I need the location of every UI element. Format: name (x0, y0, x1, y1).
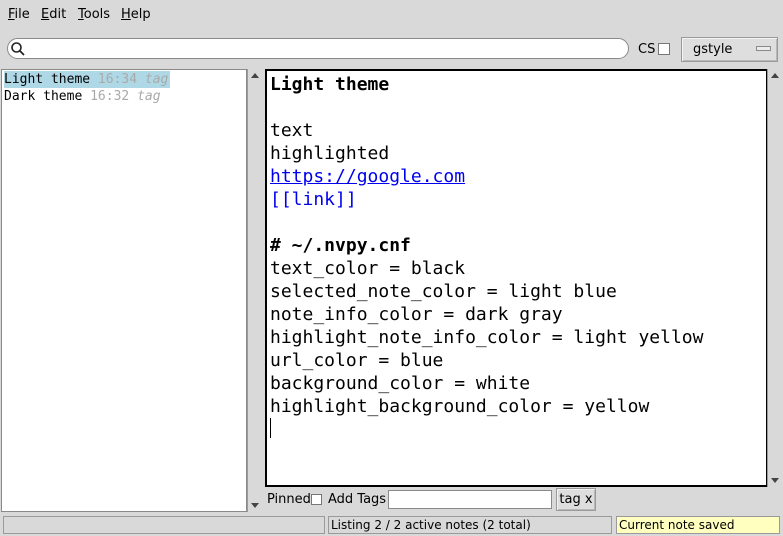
scroll-up-icon[interactable] (251, 73, 259, 78)
pinned-checkbox[interactable] (311, 494, 322, 505)
editor-url-link[interactable]: https://google.com (270, 165, 465, 188)
note-title: Light theme (4, 72, 91, 87)
case-sensitive-label: CS (638, 42, 656, 57)
case-sensitive-checkbox[interactable] (658, 43, 670, 55)
search-input[interactable] (28, 40, 624, 57)
editor-scrollbar[interactable] (767, 69, 782, 487)
menu-help[interactable]: Help (121, 7, 151, 22)
text-cursor (270, 418, 271, 438)
add-tags-label: Add Tags (328, 492, 387, 507)
status-left (3, 516, 325, 534)
scroll-down-icon[interactable] (251, 503, 259, 508)
scroll-up-icon[interactable] (771, 73, 779, 78)
menu-tools[interactable]: Tools (78, 7, 110, 22)
editor-line: highlight_background_color = yellow (270, 396, 650, 417)
note-list-item[interactable]: Dark theme 16:32 tag (4, 88, 163, 105)
add-tags-input[interactable] (388, 490, 552, 509)
note-title: Dark theme (4, 89, 83, 104)
editor-line: text_color = black (270, 258, 466, 279)
menubar: File Edit Tools Help (0, 0, 783, 30)
editor-line: text (270, 120, 314, 141)
note-tag: tag (137, 89, 161, 104)
scroll-down-icon[interactable] (771, 478, 779, 483)
editor-line: note_info_color = dark gray (270, 304, 563, 325)
search-mode-value: gstyle (693, 42, 733, 57)
menu-edit[interactable]: Edit (41, 7, 66, 22)
status-save-state: Current note saved (616, 516, 780, 534)
tag-remove-button[interactable]: tag x (556, 488, 596, 511)
note-list-item[interactable]: Light theme 16:34 tag (4, 71, 171, 88)
editor-line: highlight_note_info_color = light yellow (270, 327, 704, 348)
search-icon (11, 42, 25, 56)
note-tag: tag (144, 72, 169, 87)
option-menu-indicator-icon (756, 46, 771, 51)
note-time: 16:32 (90, 89, 130, 104)
editor-line: selected_note_color = light blue (270, 281, 617, 302)
editor-line: background_color = white (270, 373, 531, 394)
notes-list-scrollbar[interactable] (247, 69, 262, 512)
editor-line: # ~/.nvpy.cnf (270, 235, 411, 256)
pinned-label: Pinned (267, 492, 311, 507)
note-editor[interactable]: Light theme text highlighted https://goo… (265, 69, 768, 487)
editor-note-link[interactable]: [[link]] (270, 188, 357, 211)
editor-line: url_color = blue (270, 350, 444, 371)
menu-file[interactable]: File (8, 7, 30, 22)
editor-line: highlighted (270, 143, 390, 164)
status-note-count: Listing 2 / 2 active notes (2 total) (328, 516, 612, 534)
note-time: 16:34 (97, 72, 138, 87)
notes-list[interactable]: Light theme 16:34 tag Dark theme 16:32 t… (1, 69, 247, 512)
editor-line: Light theme (270, 74, 390, 95)
